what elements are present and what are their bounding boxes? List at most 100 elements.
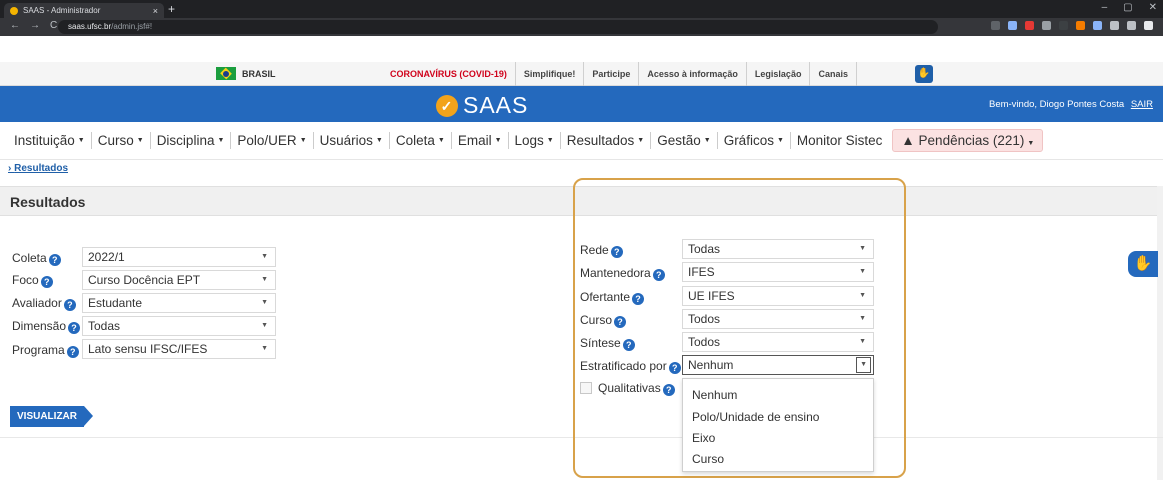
- help-icon[interactable]: ?: [40, 276, 53, 288]
- dimensao-select[interactable]: Todas ▼: [82, 316, 276, 336]
- select-value: Todas: [688, 242, 721, 256]
- help-icon[interactable]: ?: [68, 322, 81, 334]
- brasil-link[interactable]: BRASIL: [216, 67, 276, 80]
- close-window-button[interactable]: ✕: [1149, 2, 1157, 13]
- menu-item-resultados[interactable]: Resultados ▼: [561, 131, 652, 150]
- url-domain: saas.ufsc.br: [68, 22, 112, 31]
- browser-tab[interactable]: SAAS - Administrador ×: [4, 3, 164, 18]
- menu-item-disciplina[interactable]: Disciplina ▼: [151, 131, 232, 150]
- gov-link-participe[interactable]: Participe: [584, 62, 640, 86]
- dropdown-option[interactable]: Nenhum: [692, 388, 737, 402]
- pinterest-icon[interactable]: [1025, 21, 1034, 30]
- mantenedora-select[interactable]: IFES ▼: [682, 262, 874, 282]
- label-text: Qualitativas: [598, 381, 661, 395]
- star-icon[interactable]: [1008, 21, 1017, 30]
- rede-label: Rede?: [580, 243, 623, 258]
- share-icon[interactable]: [991, 21, 1000, 30]
- browser-tabbar: SAAS - Administrador × + – ▢ ✕: [0, 0, 1163, 18]
- url-input[interactable]: saas.ufsc.br/admin.jsf#!: [58, 20, 938, 34]
- chevron-down-icon[interactable]: ▼: [856, 357, 871, 373]
- extension-icon[interactable]: [1042, 21, 1051, 30]
- playlist-icon[interactable]: [1127, 21, 1136, 30]
- caret-down-icon: ▼: [217, 137, 225, 145]
- accessibility-float-icon[interactable]: ✋: [1128, 251, 1158, 277]
- menu-item-monitor-sistec[interactable]: Monitor Sistec: [791, 132, 889, 149]
- help-icon[interactable]: ?: [632, 293, 645, 305]
- help-icon[interactable]: ?: [662, 384, 675, 396]
- maximize-button[interactable]: ▢: [1123, 2, 1132, 13]
- new-tab-button[interactable]: +: [168, 2, 175, 16]
- help-icon[interactable]: ?: [63, 299, 76, 311]
- forward-button[interactable]: →: [30, 20, 40, 31]
- dropdown-option[interactable]: Polo/Unidade de ensino: [692, 410, 819, 424]
- programa-select[interactable]: Lato sensu IFSC/IFES ▼: [82, 339, 276, 359]
- menu-item-curso[interactable]: Curso ▼: [92, 131, 151, 150]
- avaliador-select[interactable]: Estudante ▼: [82, 293, 276, 313]
- ofertante-select[interactable]: UE IFES ▼: [682, 286, 874, 306]
- extensions-area: [991, 21, 1153, 30]
- window-controls: – ▢ ✕: [1102, 2, 1157, 13]
- browser-nav: ← → C: [10, 20, 57, 31]
- caret-down-icon: ▼: [375, 137, 383, 145]
- logout-link[interactable]: SAIR: [1131, 99, 1153, 110]
- puzzle-icon[interactable]: [1110, 21, 1119, 30]
- help-icon[interactable]: ?: [614, 316, 627, 328]
- estratificado-select[interactable]: Nenhum ▼: [682, 355, 874, 375]
- help-icon[interactable]: ?: [48, 254, 61, 266]
- qualitativas-checkbox[interactable]: [580, 382, 592, 394]
- menu-label: Gestão: [657, 132, 701, 148]
- gov-link-acesso[interactable]: Acesso à informação: [639, 62, 747, 86]
- menu-item-graficos[interactable]: Gráficos ▼: [718, 131, 791, 150]
- accessibility-icon[interactable]: ✋: [915, 65, 933, 83]
- select-value: Todos: [688, 312, 721, 326]
- menu-item-usuarios[interactable]: Usuários ▼: [314, 131, 390, 150]
- main-menu: Instituição ▼ Curso ▼ Disciplina ▼ Polo/UER…: [0, 122, 1163, 160]
- label-text: Dimensão: [12, 319, 67, 333]
- foco-select[interactable]: Curso Docência EPT ▼: [82, 270, 276, 290]
- menu-item-polo[interactable]: Polo/UER ▼: [231, 131, 314, 150]
- scrollbar[interactable]: [1157, 186, 1163, 480]
- reload-button[interactable]: C: [50, 20, 57, 31]
- minimize-button[interactable]: –: [1102, 2, 1108, 13]
- gov-link-covid[interactable]: CORONAVÍRUS (COVID-19): [382, 62, 516, 86]
- extension-icon[interactable]: [1059, 21, 1068, 30]
- dropdown-option[interactable]: Curso: [692, 452, 724, 466]
- select-value: 2022/1: [88, 250, 125, 264]
- breadcrumb-resultados[interactable]: Resultados: [14, 163, 68, 174]
- pendencias-button[interactable]: ▲ Pendências (221) ▼: [892, 129, 1044, 152]
- extension-icon[interactable]: [1093, 21, 1102, 30]
- gov-link-simplifique[interactable]: Simplifique!: [516, 62, 585, 86]
- programa-label: Programa?: [12, 343, 79, 358]
- help-icon[interactable]: ?: [66, 346, 79, 358]
- window-icon[interactable]: [1144, 21, 1153, 30]
- curso-select[interactable]: Todos ▼: [682, 309, 874, 329]
- menu-item-email[interactable]: Email ▼: [452, 131, 509, 150]
- menu-item-coleta[interactable]: Coleta ▼: [390, 131, 452, 150]
- curso-label: Curso?: [580, 313, 627, 328]
- gov-link-legislacao[interactable]: Legislação: [747, 62, 811, 86]
- breadcrumb[interactable]: › Resultados: [8, 163, 68, 174]
- extension-icon[interactable]: [1076, 21, 1085, 30]
- menu-item-instituicao[interactable]: Instituição ▼: [8, 131, 92, 150]
- help-icon[interactable]: ?: [668, 362, 681, 374]
- menu-item-logs[interactable]: Logs ▼: [509, 131, 561, 150]
- saas-logo[interactable]: ✓ SAAS: [436, 92, 528, 119]
- gov-link-canais[interactable]: Canais: [810, 62, 857, 86]
- caret-down-icon: ▼: [136, 137, 144, 145]
- help-icon[interactable]: ?: [652, 269, 665, 281]
- select-value: Todos: [688, 335, 721, 349]
- coleta-label: Coleta?: [12, 251, 61, 266]
- coleta-select[interactable]: 2022/1 ▼: [82, 247, 276, 267]
- back-button[interactable]: ←: [10, 20, 20, 31]
- label-text: Síntese: [580, 336, 621, 350]
- sintese-select[interactable]: Todos ▼: [682, 332, 874, 352]
- caret-down-icon: ▼: [437, 137, 445, 145]
- tab-close-icon[interactable]: ×: [153, 6, 158, 16]
- help-icon[interactable]: ?: [622, 339, 635, 351]
- rede-select[interactable]: Todas ▼: [682, 239, 874, 259]
- visualizar-button[interactable]: VISUALIZAR: [10, 406, 93, 427]
- help-icon[interactable]: ?: [610, 246, 623, 258]
- menu-item-gestao[interactable]: Gestão ▼: [651, 131, 718, 150]
- app-header: ✓ SAAS Bem-vindo, Diogo Pontes Costa SAI…: [0, 86, 1163, 122]
- dropdown-option[interactable]: Eixo: [692, 431, 715, 445]
